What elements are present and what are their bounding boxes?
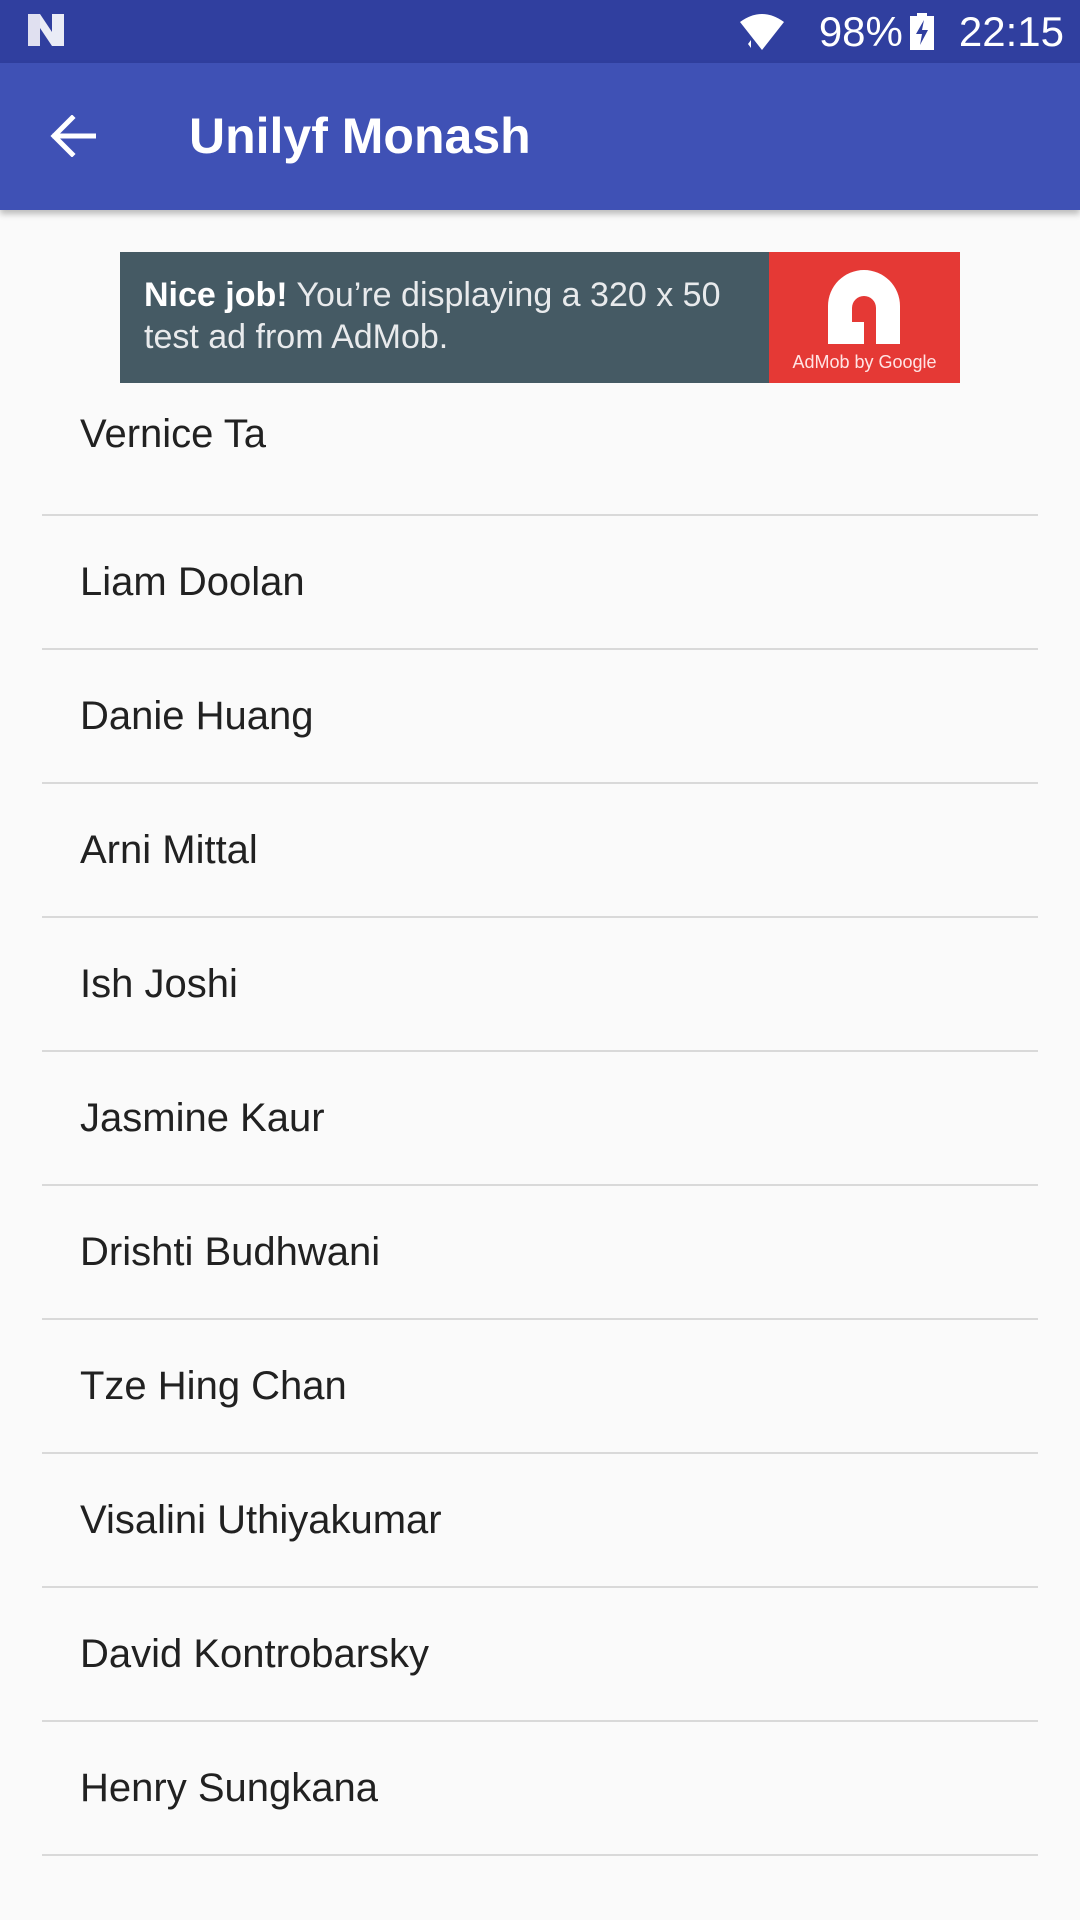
- member-name: Liam Doolan: [80, 560, 305, 604]
- status-right: 98% 22:15: [739, 0, 1064, 63]
- list-item[interactable]: Jasmine Kaur: [0, 1052, 1080, 1186]
- admob-logo-block: AdMob by Google: [769, 252, 960, 383]
- app-bar: Unilyf Monash: [0, 63, 1080, 210]
- list-item[interactable]: David Kontrobarsky: [0, 1588, 1080, 1722]
- list-item[interactable]: Arni Mittal: [0, 784, 1080, 918]
- list-item[interactable]: Liam Doolan: [0, 516, 1080, 650]
- list-item[interactable]: Ish Joshi: [0, 918, 1080, 1052]
- divider: [42, 1854, 1038, 1856]
- list-item[interactable]: Tze Hing Chan: [0, 1320, 1080, 1454]
- status-bar: 98% 22:15: [0, 0, 1080, 63]
- member-name: David Kontrobarsky: [80, 1632, 430, 1676]
- list-item[interactable]: Drishti Budhwani: [0, 1186, 1080, 1320]
- list-item[interactable]: Danie Huang: [0, 650, 1080, 784]
- member-name: Tze Hing Chan: [80, 1364, 347, 1408]
- wifi-icon: [739, 13, 784, 50]
- arrow-back-icon: [50, 115, 96, 157]
- list-item[interactable]: Visalini Uthiyakumar: [0, 1454, 1080, 1588]
- battery-percent: 98%: [818, 7, 903, 55]
- member-name: Henry Sungkana: [80, 1766, 378, 1810]
- status-time: 22:15: [958, 7, 1064, 55]
- admob-logo-icon: [828, 270, 900, 344]
- member-name: Jasmine Kaur: [80, 1096, 325, 1140]
- list-item[interactable]: Vernice Ta: [0, 384, 1080, 516]
- n-notification-icon: [28, 14, 64, 46]
- member-name: Visalini Uthiyakumar: [80, 1498, 442, 1542]
- ad-banner[interactable]: Nice job! You’re displaying a 320 x 50 t…: [120, 252, 960, 383]
- battery-charging-icon: [909, 12, 934, 50]
- member-name: Ish Joshi: [80, 962, 238, 1006]
- ad-text: Nice job! You’re displaying a 320 x 50 t…: [120, 252, 769, 383]
- ad-headline: Nice job!: [144, 276, 288, 314]
- list-item[interactable]: Henry Sungkana: [0, 1722, 1080, 1856]
- member-name: Vernice Ta: [80, 412, 267, 456]
- member-name: Arni Mittal: [80, 828, 258, 872]
- members-list: Vernice Ta Liam Doolan Danie Huang Arni …: [0, 384, 1080, 1856]
- back-button[interactable]: [44, 107, 102, 165]
- ad-brand: AdMob by Google: [792, 352, 937, 372]
- member-name: Danie Huang: [80, 694, 314, 738]
- page-title: Unilyf Monash: [189, 108, 531, 164]
- member-name: Drishti Budhwani: [80, 1230, 381, 1274]
